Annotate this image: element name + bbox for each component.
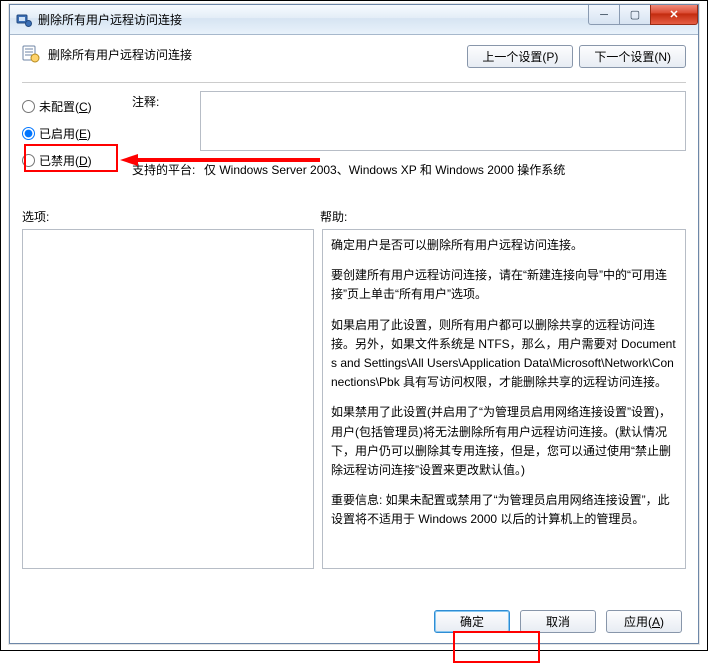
titlebar: 删除所有用户远程访问连接 ─ ▢ ✕ xyxy=(10,5,698,35)
page-title: 删除所有用户远程访问连接 xyxy=(48,46,192,63)
ok-button[interactable]: 确定 xyxy=(434,610,510,633)
platforms-value: 仅 Windows Server 2003、Windows XP 和 Windo… xyxy=(200,159,686,193)
previous-setting-button[interactable]: 上一个设置(P) xyxy=(467,45,573,68)
help-paragraph: 重要信息: 如果未配置或禁用了“为管理员启用网络连接设置”，此设置将不适用于 W… xyxy=(331,491,677,529)
platforms-label: 支持的平台: xyxy=(132,159,200,178)
radio-disabled-label[interactable]: 已禁用(D) xyxy=(39,152,92,169)
header-row: 删除所有用户远程访问连接 上一个设置(P) 下一个设置(N) xyxy=(22,45,686,83)
comment-label: 注释: xyxy=(132,91,200,110)
config-row: 未配置(C) 已启用(E) 已禁用(D) 注释: xyxy=(22,91,686,201)
options-pane[interactable] xyxy=(22,229,314,569)
radio-not-configured[interactable] xyxy=(22,100,35,113)
dialog-buttons: 确定 取消 应用(A) xyxy=(434,610,682,633)
help-paragraph: 如果启用了此设置，则所有用户都可以删除共享的远程访问连接。另外，如果文件系统是 … xyxy=(331,316,677,393)
cancel-button[interactable]: 取消 xyxy=(520,610,596,633)
help-paragraph: 如果禁用了此设置(并启用了“为管理员启用网络连接设置”设置)，用户(包括管理员)… xyxy=(331,403,677,480)
apply-button[interactable]: 应用(A) xyxy=(606,610,682,633)
window-title: 删除所有用户远程访问连接 xyxy=(38,11,182,28)
radio-disabled[interactable] xyxy=(22,154,35,167)
help-paragraph: 要创建所有用户远程访问连接，请在“新建连接向导”中的“可用连接”页上单击“所有用… xyxy=(331,266,677,304)
annotation-highlight-ok xyxy=(453,631,540,663)
panes: 确定用户是否可以删除所有用户远程访问连接。 要创建所有用户远程访问连接，请在“新… xyxy=(22,229,686,569)
radio-enabled[interactable] xyxy=(22,127,35,140)
client-area: 删除所有用户远程访问连接 上一个设置(P) 下一个设置(N) 未配置(C) 已启… xyxy=(10,35,698,643)
close-button[interactable]: ✕ xyxy=(650,5,698,25)
help-label: 帮助: xyxy=(320,208,347,225)
comment-textarea[interactable] xyxy=(200,91,686,151)
titlebar-buttons: ─ ▢ ✕ xyxy=(589,5,698,27)
options-label: 选项: xyxy=(22,208,320,225)
radio-not-configured-label[interactable]: 未配置(C) xyxy=(39,98,92,115)
next-setting-button[interactable]: 下一个设置(N) xyxy=(579,45,686,68)
pane-labels: 选项: 帮助: xyxy=(22,208,686,225)
maximize-button[interactable]: ▢ xyxy=(619,5,651,25)
outer-frame: 删除所有用户远程访问连接 ─ ▢ ✕ xyxy=(0,0,708,651)
radio-enabled-label[interactable]: 已启用(E) xyxy=(39,125,91,142)
state-radio-group: 未配置(C) 已启用(E) 已禁用(D) xyxy=(22,91,132,179)
minimize-button[interactable]: ─ xyxy=(588,5,620,25)
policy-icon xyxy=(22,45,40,63)
dialog-window: 删除所有用户远程访问连接 ─ ▢ ✕ xyxy=(9,4,699,644)
help-paragraph: 确定用户是否可以删除所有用户远程访问连接。 xyxy=(331,236,677,255)
help-pane[interactable]: 确定用户是否可以删除所有用户远程访问连接。 要创建所有用户远程访问连接，请在“新… xyxy=(322,229,686,569)
app-icon xyxy=(16,12,32,28)
